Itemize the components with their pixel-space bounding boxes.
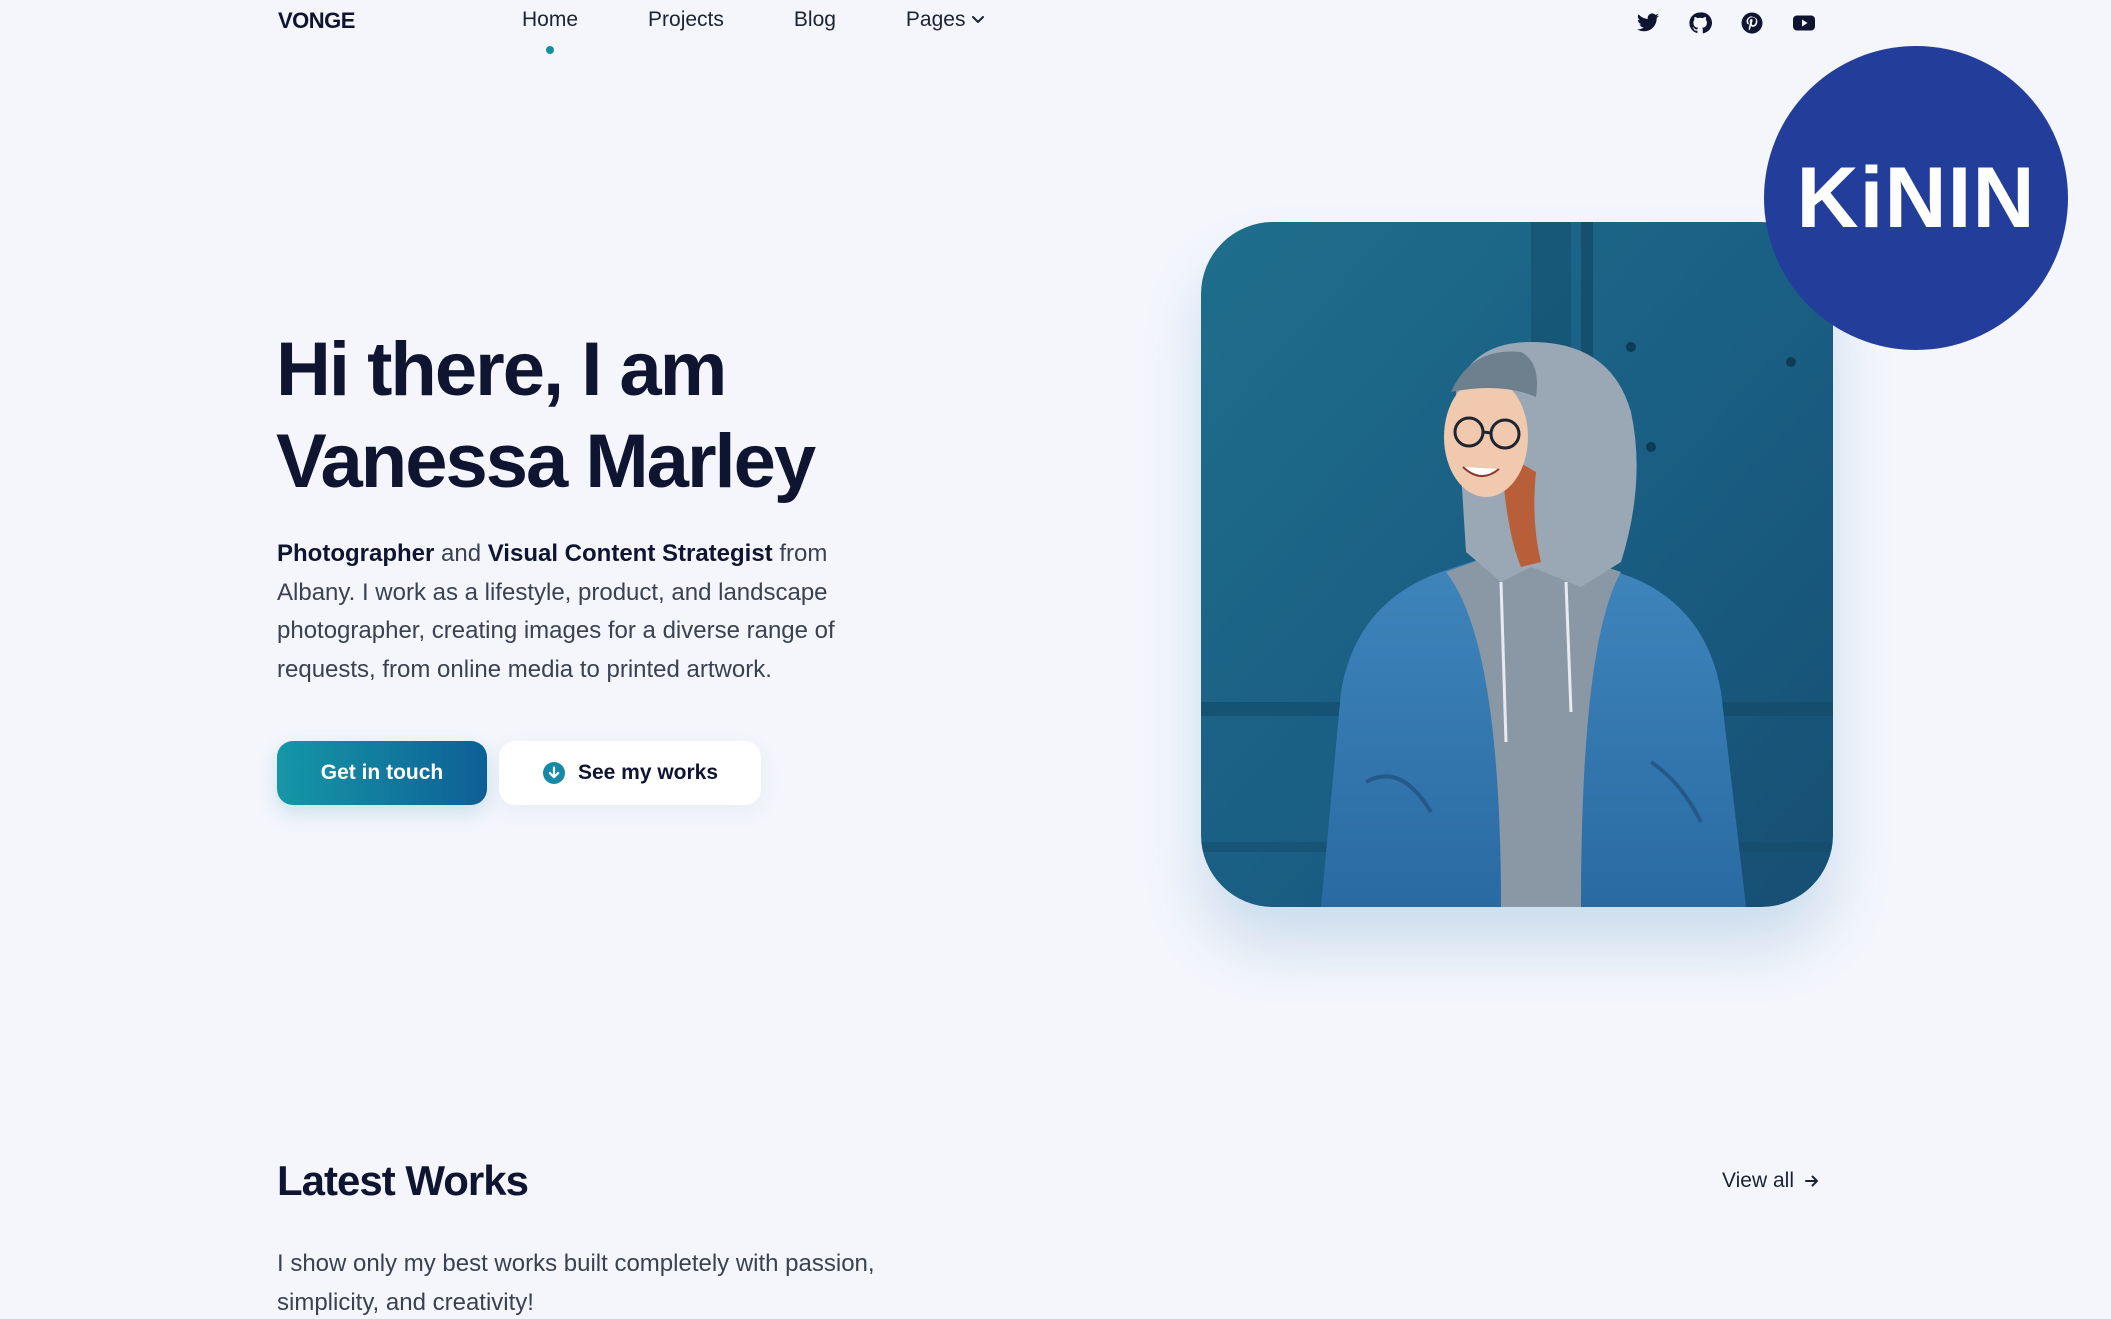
pinterest-icon[interactable] <box>1738 10 1766 36</box>
latest-works-title: Latest Works <box>277 1157 529 1204</box>
nav-item-blog[interactable]: Blog <box>794 8 836 32</box>
nav-item-label: Pages <box>905 8 966 31</box>
hero-title-line1: Hi there, I am <box>276 327 727 412</box>
latest-works-description: I show only my best works built complete… <box>277 1250 875 1316</box>
hero-title: Hi there, I am Vanessa Marley <box>276 324 976 508</box>
view-all-label: View all <box>1722 1169 1794 1192</box>
nav-item-home[interactable]: Home <box>522 8 579 54</box>
nav-item-projects[interactable]: Projects <box>648 8 724 32</box>
nav-item-label: Projects <box>648 8 724 31</box>
arrow-down-circle-icon <box>542 762 565 784</box>
hero-desc-role1: Photographer <box>277 540 435 567</box>
github-icon[interactable] <box>1686 10 1714 36</box>
portrait-image <box>1201 222 1833 907</box>
arrow-right-icon <box>1804 1175 1818 1187</box>
view-all-link[interactable]: View all <box>1722 1169 1820 1193</box>
site-logo[interactable]: VONGE <box>278 8 355 34</box>
hero-title-line2: Vanessa Marley <box>276 419 816 504</box>
nav-item-label: Home <box>522 8 579 31</box>
hero-description: Photographer and Visual Content Strategi… <box>277 535 897 689</box>
page: VONGE Home Projects Blog Pages Hi there,… <box>0 0 2111 1319</box>
youtube-icon[interactable] <box>1790 10 1818 36</box>
hero-desc-role2: Visual Content Strategist <box>487 540 773 567</box>
see-my-works-label: See my works <box>577 761 719 784</box>
main-nav: Home Projects Blog Pages <box>522 8 1055 54</box>
get-in-touch-button[interactable]: Get in touch <box>277 741 487 805</box>
social-links <box>1634 10 1818 36</box>
chevron-down-icon <box>972 16 985 24</box>
nav-item-label: Blog <box>793 8 836 31</box>
see-my-works-button[interactable]: See my works <box>499 741 761 805</box>
hero-desc-conjunction: and <box>434 540 488 567</box>
hero-photo <box>1201 222 1833 907</box>
badge-text: KiNIN <box>1796 149 2036 246</box>
nav-item-pages[interactable]: Pages <box>906 8 986 32</box>
kinin-badge: KiNIN <box>1764 46 2068 350</box>
twitter-icon[interactable] <box>1634 10 1662 36</box>
